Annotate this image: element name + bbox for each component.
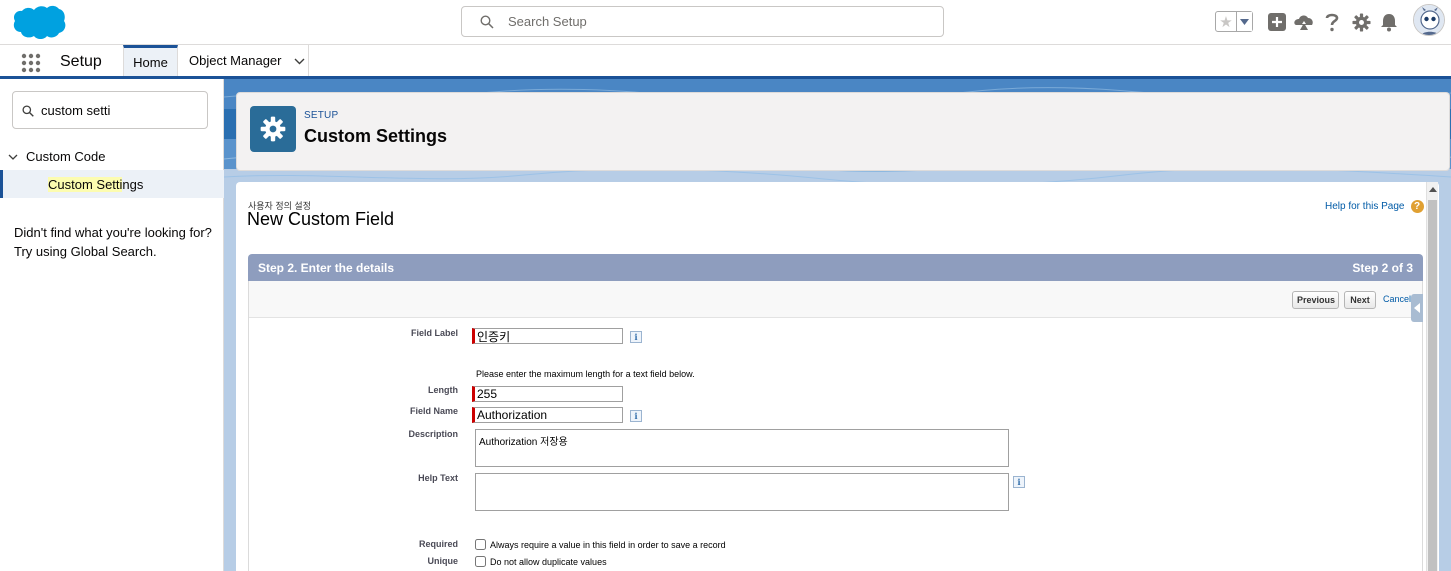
tree-item-label-rest: ngs <box>122 176 144 192</box>
previous-button[interactable]: Previous <box>1292 291 1339 309</box>
button-row: Previous Next Cancel <box>249 281 1422 318</box>
tab-home-label: Home <box>133 54 168 70</box>
page-header-eyebrow: SETUP <box>304 110 339 121</box>
tree-item-custom-settings[interactable]: Custom Setti ngs <box>0 170 224 198</box>
length-label: Length <box>428 385 458 395</box>
help-icon[interactable] <box>1321 11 1343 33</box>
app-name: Setup <box>60 53 102 70</box>
page-header: SETUP Custom Settings <box>236 92 1450 171</box>
tree-item-custom-code[interactable]: Custom Code <box>0 145 224 167</box>
unique-label: Unique <box>427 556 459 566</box>
scroll-up-arrow-icon[interactable] <box>1429 187 1437 192</box>
help-for-this-page-link[interactable]: Help for this Page ? <box>1325 200 1424 213</box>
salesforce-cloud-logo[interactable] <box>12 4 66 42</box>
not-found-message: Didn't find what you're looking for? Try… <box>14 223 214 261</box>
field-label-input[interactable] <box>472 328 623 344</box>
step-title: Step 2. Enter the details <box>258 260 395 275</box>
field-name-label: Field Name <box>409 406 458 416</box>
help-text-textarea[interactable] <box>475 473 1009 511</box>
context-bar: Setup Home Object Manager <box>0 45 1451 79</box>
star-icon[interactable]: ★ <box>1216 12 1237 31</box>
side-panel-handle[interactable] <box>1411 294 1423 322</box>
question-icon[interactable]: ? <box>1410 200 1424 213</box>
page-title: Custom Settings <box>304 126 448 146</box>
field-label-label: Field Label <box>410 328 458 338</box>
info-icon[interactable]: i <box>630 331 642 343</box>
length-hint: Please enter the maximum length for a te… <box>476 369 695 379</box>
not-found-line-1: Didn't find what you're looking for? <box>14 225 212 240</box>
required-label: Required <box>418 539 458 549</box>
required-checkbox[interactable] <box>475 539 486 550</box>
search-icon <box>22 105 34 117</box>
field-name-input[interactable] <box>472 407 623 423</box>
tab-object-manager[interactable]: Object Manager <box>178 45 309 76</box>
required-option: Always require a value in this field in … <box>475 539 726 550</box>
tab-home[interactable]: Home <box>123 45 178 76</box>
tab-object-manager-label: Object Manager <box>189 53 282 68</box>
scrollbar-thumb[interactable] <box>1428 200 1437 571</box>
content-title: New Custom Field <box>247 209 395 229</box>
length-input[interactable] <box>472 386 623 402</box>
step-header: Step 2. Enter the details Step 2 of 3 <box>248 254 1423 281</box>
step-body: Previous Next Cancel Field Label i Pleas… <box>248 281 1423 571</box>
info-icon[interactable]: i <box>1013 476 1025 488</box>
favorites-group: ★ <box>1215 11 1253 32</box>
gear-icon <box>250 106 296 152</box>
unique-checkbox[interactable] <box>475 556 486 567</box>
info-icon[interactable]: i <box>630 410 642 422</box>
not-found-line-2: Try using Global Search. <box>14 244 157 259</box>
content-scrollbar[interactable] <box>1426 182 1438 571</box>
favorites-chevron-down-icon[interactable] <box>1237 12 1252 31</box>
search-highlight: Custom Setti <box>48 176 123 192</box>
trailhead-icon[interactable] <box>1293 11 1315 33</box>
setup-search-input[interactable] <box>508 11 928 32</box>
add-icon[interactable] <box>1266 11 1288 33</box>
user-avatar[interactable] <box>1413 4 1445 36</box>
help-text-label: Help Text <box>418 473 458 483</box>
unique-option: Do not allow duplicate values <box>475 556 607 567</box>
unique-text: Do not allow duplicate values <box>490 556 607 567</box>
chevron-down-icon[interactable] <box>294 53 305 68</box>
global-header: ★ <box>0 0 1451 45</box>
setup-search-box[interactable] <box>461 6 944 37</box>
chevron-down-icon[interactable] <box>8 149 18 164</box>
cancel-link[interactable]: Cancel <box>1383 294 1411 304</box>
required-text: Always require a value in this field in … <box>490 539 726 550</box>
description-textarea[interactable]: Authorization 저장용 <box>475 429 1009 467</box>
app-launcher-icon[interactable] <box>21 53 41 73</box>
description-label: Description <box>408 429 458 439</box>
search-icon <box>480 15 494 29</box>
content-frame: 사용자 정의 설정 New Custom Field Help for this… <box>236 182 1439 571</box>
bell-icon[interactable] <box>1378 11 1400 33</box>
gear-icon[interactable] <box>1350 11 1372 33</box>
quick-find-input[interactable] <box>41 101 201 119</box>
tree-item-label: Custom Code <box>26 148 106 164</box>
setup-sidebar: Custom Code Custom Settings Didn't find … <box>0 79 224 571</box>
quick-find-box[interactable] <box>12 91 208 129</box>
help-link-label: Help for this Page <box>1325 201 1405 212</box>
next-button[interactable]: Next <box>1344 291 1376 309</box>
step-counter: Step 2 of 3 <box>1352 260 1413 275</box>
